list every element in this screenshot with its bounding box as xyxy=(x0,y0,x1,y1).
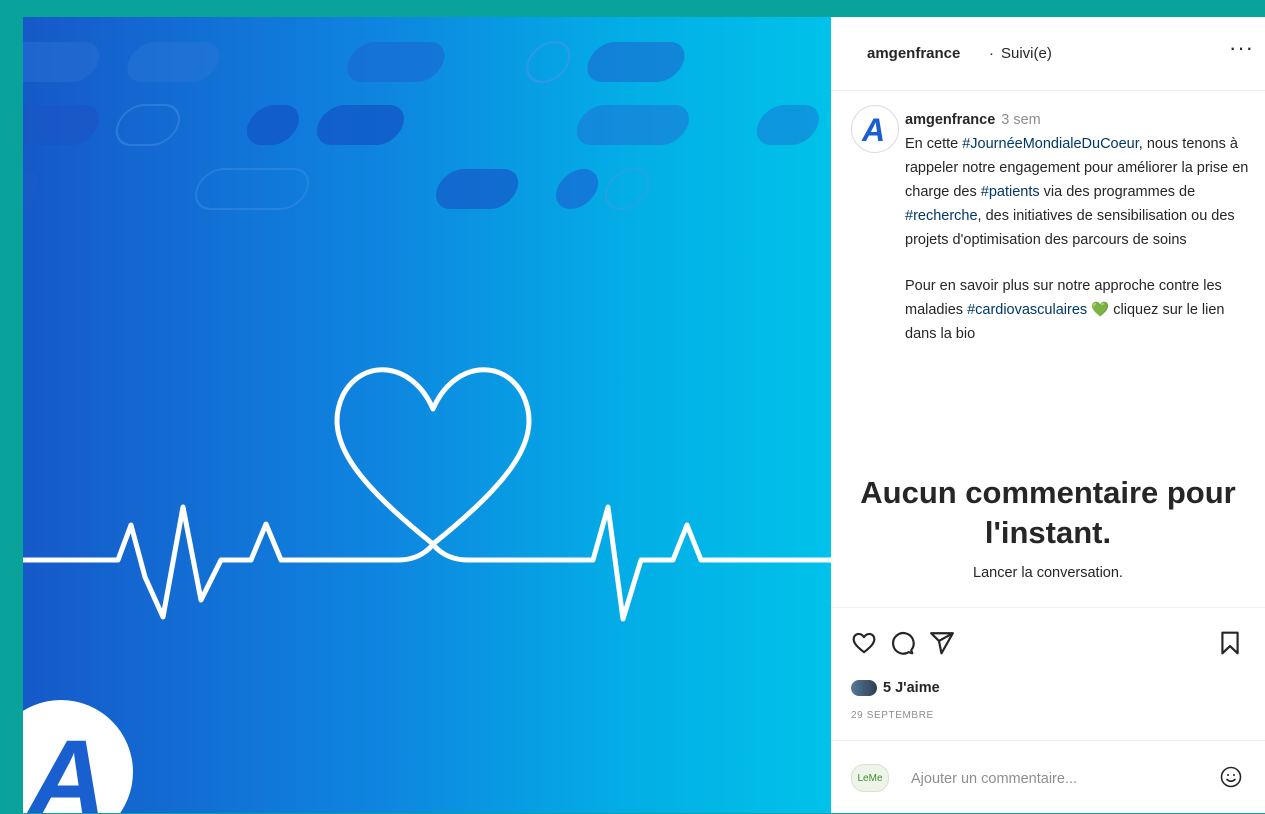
bookmark-icon[interactable] xyxy=(1217,630,1243,661)
smiley-icon[interactable] xyxy=(1219,765,1243,794)
heartbeat-heart-line xyxy=(23,367,831,622)
post-caption: amgenfrance 3 sem En cette #JournéeMondia… xyxy=(905,108,1255,346)
decorative-pills xyxy=(23,41,819,210)
green-heart-emoji: 💚 xyxy=(1091,302,1110,318)
amgen-logo-icon: A xyxy=(23,700,133,813)
empty-comments-title: Aucun commentaire pour l'instant. xyxy=(860,475,1236,550)
amgen-avatar-icon: A xyxy=(861,114,885,144)
share-icon[interactable] xyxy=(929,630,955,661)
post-image[interactable]: A xyxy=(23,17,831,813)
hashtag-link[interactable]: #recherche xyxy=(905,208,978,224)
action-bar: 5 J'aime 29 SEPTEMBRE xyxy=(831,607,1265,740)
follow-status[interactable]: Suivi(e) xyxy=(1001,45,1052,62)
hashtag-link[interactable]: #patients xyxy=(981,184,1040,200)
caption-text: via des programmes de xyxy=(1039,184,1196,200)
header-username[interactable]: amgenfrance xyxy=(867,45,960,62)
hashtag-link[interactable]: #cardiovasculaires xyxy=(967,302,1087,318)
svg-text:A: A xyxy=(24,718,106,813)
more-options-icon[interactable]: ··· xyxy=(1229,35,1254,61)
caption-text: En cette xyxy=(905,136,963,152)
post-detail-panel: amgenfrance · Suivi(e) ··· A amgenfrance… xyxy=(831,17,1265,813)
header-separator: · xyxy=(989,45,994,62)
liker-avatar xyxy=(851,680,877,696)
hashtag-link[interactable]: #JournéeMondialeDuCoeur xyxy=(962,136,1139,152)
caption-username[interactable]: amgenfrance xyxy=(905,112,995,128)
svg-text:A: A xyxy=(861,114,885,144)
current-user-avatar: LeMe xyxy=(851,764,889,792)
comment-input[interactable] xyxy=(909,767,1193,791)
comment-icon[interactable] xyxy=(889,630,915,661)
comment-bar: LeMe xyxy=(831,740,1265,814)
start-conversation-text: Lancer la conversation. xyxy=(973,565,1123,581)
post-artwork: A xyxy=(23,41,831,813)
post-date[interactable]: 29 SEPTEMBRE xyxy=(851,710,934,721)
caption-time[interactable]: 3 sem xyxy=(1001,112,1041,128)
heart-icon[interactable] xyxy=(851,630,877,661)
avatar[interactable]: A xyxy=(851,105,899,153)
likes-row[interactable]: 5 J'aime xyxy=(851,680,940,696)
likes-count[interactable]: 5 J'aime xyxy=(883,680,940,696)
post-header: amgenfrance · Suivi(e) ··· xyxy=(831,17,1265,91)
